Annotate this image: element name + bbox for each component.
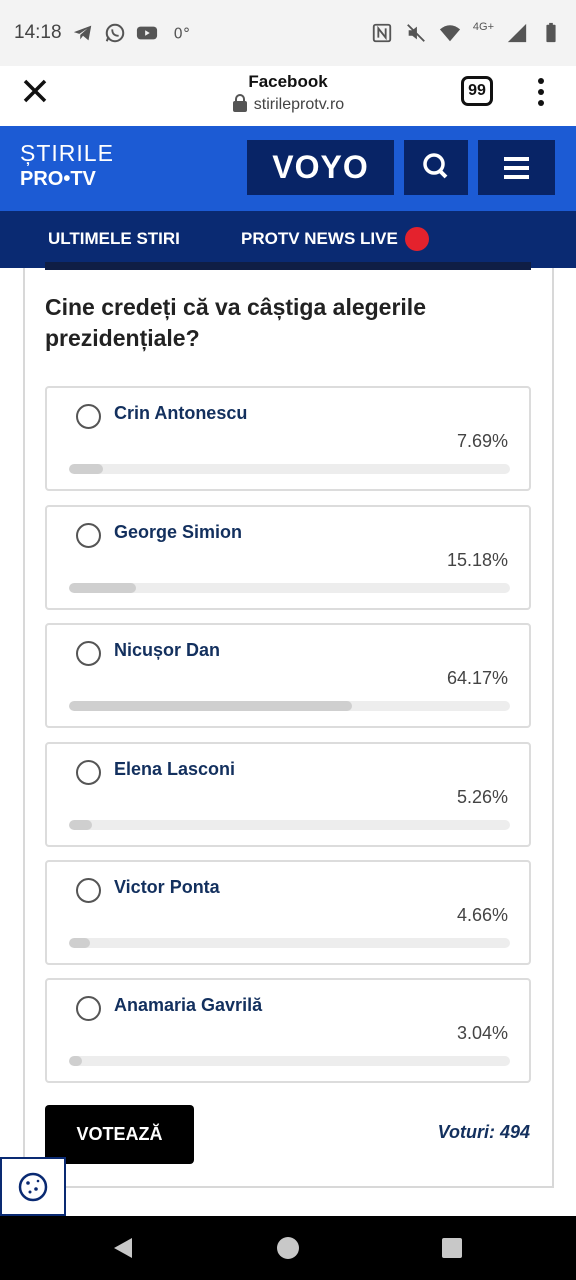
result-bar-track <box>69 701 510 711</box>
more-menu-icon[interactable] <box>528 76 554 108</box>
status-time: 14:18 <box>14 22 62 43</box>
radio-button[interactable] <box>76 641 101 666</box>
logo-stirile[interactable]: ȘTIRILE <box>20 140 114 167</box>
signal-icon <box>507 23 527 43</box>
site-header: ȘTIRILE PRO•TV VOYO <box>0 126 576 211</box>
network-type: 4G+ <box>472 21 494 33</box>
nav-bar: ULTIMELE STIRI PROTV NEWS LIVE <box>0 211 576 268</box>
result-bar-track <box>69 583 510 593</box>
youtube-icon <box>136 26 158 40</box>
live-indicator-dot <box>405 227 429 251</box>
nav-ultimele-stiri[interactable]: ULTIMELE STIRI <box>48 229 180 249</box>
radio-button[interactable] <box>76 996 101 1021</box>
lock-icon <box>232 94 247 112</box>
wifi-icon <box>439 25 460 42</box>
hamburger-icon <box>504 157 529 179</box>
cookie-icon <box>18 1172 48 1202</box>
result-bar-fill <box>69 701 352 711</box>
radio-button[interactable] <box>76 760 101 785</box>
whatsapp-icon <box>105 23 125 43</box>
poll-option[interactable]: George Simion 15.18% <box>45 505 531 610</box>
article-image-edge <box>45 262 531 270</box>
option-percent: 64.17% <box>446 668 508 688</box>
result-bar-track <box>69 1056 510 1066</box>
option-percent: 3.04% <box>456 1023 508 1043</box>
option-percent: 15.18% <box>446 550 508 570</box>
recents-icon[interactable] <box>441 1237 463 1259</box>
cookie-settings-button[interactable] <box>0 1157 66 1216</box>
system-navigation-bar <box>0 1216 576 1280</box>
result-bar-fill <box>69 464 103 474</box>
poll-question: Cine credeți că va câștiga alegerile pre… <box>45 294 426 351</box>
search-button[interactable] <box>404 140 468 195</box>
option-name: Victor Ponta <box>114 877 220 897</box>
option-percent: 7.69% <box>456 431 508 451</box>
option-name: Crin Antonescu <box>114 403 248 423</box>
option-name: Elena Lasconi <box>114 759 236 779</box>
option-name: Anamaria Gavrilă <box>114 995 263 1015</box>
home-icon[interactable] <box>276 1236 300 1260</box>
result-bar-fill <box>69 1056 83 1066</box>
poll-option[interactable]: Anamaria Gavrilă 3.04% <box>45 978 531 1083</box>
logo-protv[interactable]: PRO•TV <box>20 168 96 191</box>
telegram-icon <box>73 25 92 41</box>
status-bar: 14:18 0° 4G+ <box>0 0 576 66</box>
search-icon <box>423 153 448 179</box>
svg-text:0°: 0° <box>174 26 191 43</box>
poll-option[interactable]: Nicușor Dan 64.17% <box>45 623 531 728</box>
notification-icons: 0° <box>72 22 190 44</box>
result-bar-track <box>69 820 510 830</box>
battery-icon <box>546 22 556 43</box>
poll-option[interactable]: Crin Antonescu 7.69% <box>45 386 531 491</box>
back-icon[interactable] <box>110 1236 136 1260</box>
radio-button[interactable] <box>76 523 101 548</box>
radio-button[interactable] <box>76 878 101 903</box>
result-bar-track <box>69 464 510 474</box>
poll-option[interactable]: Elena Lasconi 5.26% <box>45 742 531 847</box>
option-name: Nicușor Dan <box>114 640 221 660</box>
degree-icon: 0° <box>174 26 191 43</box>
browser-toolbar: Facebook stirileprotv.ro 99 <box>0 66 576 126</box>
option-percent: 4.66% <box>456 905 508 925</box>
tabs-count-button[interactable]: 99 <box>461 76 493 106</box>
option-name: George Simion <box>114 522 243 542</box>
nfc-icon <box>372 23 392 43</box>
result-bar-track <box>69 938 510 948</box>
radio-button[interactable] <box>76 404 101 429</box>
poll-option[interactable]: Victor Ponta 4.66% <box>45 860 531 965</box>
url-text: stirileprotv.ro <box>253 96 345 113</box>
votes-count: Voturi: 494 <box>437 1122 530 1142</box>
result-bar-fill <box>69 583 136 593</box>
result-bar-fill <box>69 820 93 830</box>
voyo-button[interactable]: VOYO <box>247 140 394 195</box>
mute-icon <box>406 24 425 42</box>
vote-button[interactable]: VOTEAZĂ <box>45 1105 194 1164</box>
menu-button[interactable] <box>478 140 555 195</box>
system-status-icons: 4G+ <box>371 21 562 44</box>
option-percent: 5.26% <box>456 787 508 807</box>
nav-protv-news-live[interactable]: PROTV NEWS LIVE <box>241 229 398 249</box>
result-bar-fill <box>69 938 90 948</box>
